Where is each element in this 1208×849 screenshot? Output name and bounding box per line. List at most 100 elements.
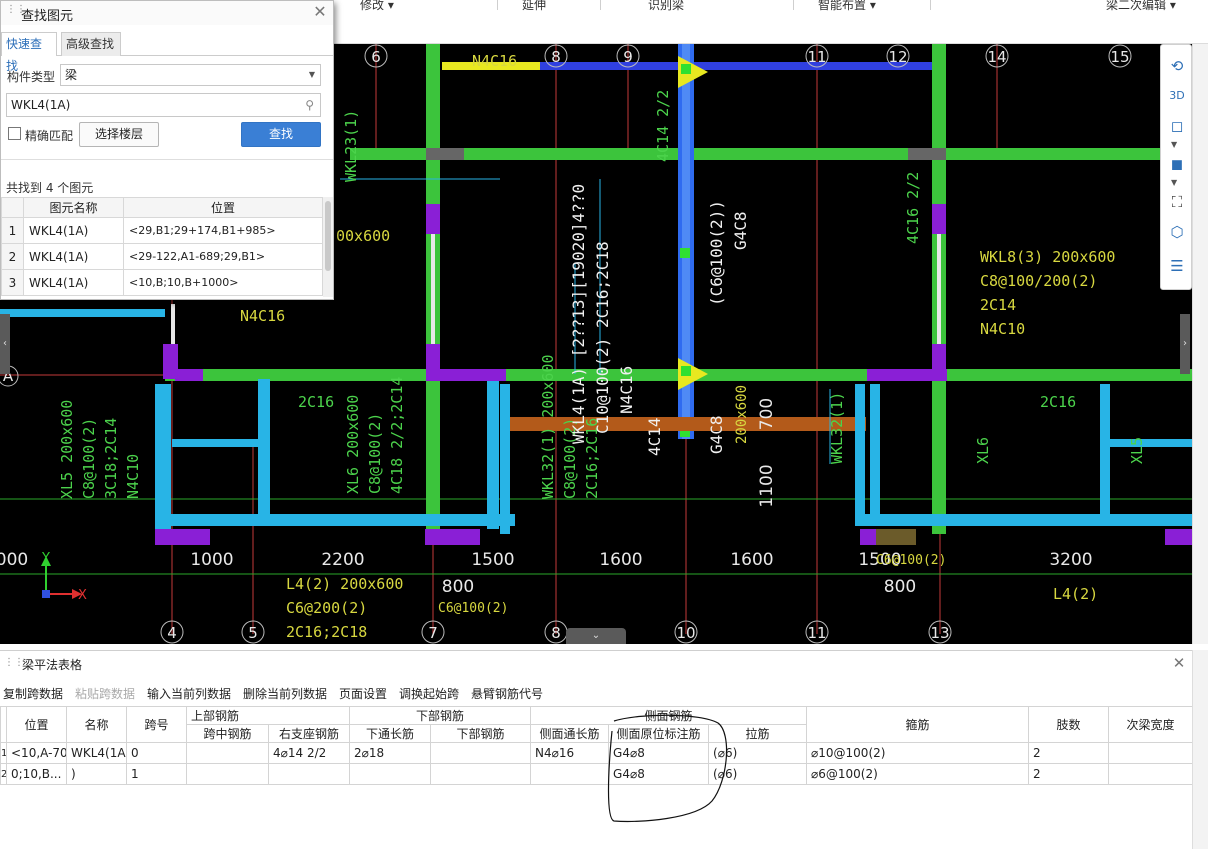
ribbon-item-beam-secondary-edit[interactable]: 梁二次编辑 ▾ bbox=[1106, 0, 1176, 13]
cell-side-through[interactable]: N4⌀16 bbox=[530, 742, 610, 764]
find-button[interactable]: 查找 bbox=[241, 122, 321, 147]
panel-scrollbar[interactable] bbox=[1192, 650, 1208, 849]
cube-outline-icon[interactable]: ◻ bbox=[1166, 115, 1188, 137]
3d-view-icon[interactable]: 3D bbox=[1166, 85, 1188, 107]
table-row[interactable]: 1 <10,A-70 WKL4(1A 0 4⌀14 2/2 2⌀18 N4⌀16… bbox=[0, 742, 1194, 764]
row-location[interactable]: <10,B;10,B+1000> bbox=[123, 269, 323, 296]
tab-quick-find[interactable]: 快速查找 bbox=[1, 32, 57, 73]
fullscreen-icon[interactable]: ⛶ bbox=[1166, 191, 1188, 213]
cell-right-support[interactable]: 4⌀14 2/2 bbox=[267, 742, 351, 764]
column-header: 位置 bbox=[6, 706, 67, 743]
cell-span[interactable]: 0 bbox=[126, 742, 187, 764]
annot: C8@100(2) bbox=[366, 413, 384, 494]
cell-lower-through[interactable]: 2⌀18 bbox=[349, 742, 432, 764]
copy-span-data-button[interactable]: 复制跨数据 bbox=[3, 685, 63, 702]
annot: N4C16 bbox=[472, 52, 517, 70]
tab-advanced-find[interactable]: 高级查找 bbox=[61, 32, 121, 56]
chevron-down-icon[interactable]: ▼ bbox=[1171, 140, 1177, 149]
table-row[interactable]: 1 WKL4(1A) <29,B1;29+174,B1+985> bbox=[1, 217, 323, 244]
ribbon-item-extend[interactable]: 延伸 bbox=[522, 0, 546, 13]
component-type-select[interactable]: 梁 ▼ bbox=[60, 64, 321, 86]
cell-secondary-width[interactable] bbox=[1108, 763, 1194, 785]
dialog-titlebar[interactable]: ⋮⋮ 查找图元 bbox=[1, 1, 333, 25]
dim-text: 2200 bbox=[321, 550, 364, 570]
exact-match-checkbox[interactable] bbox=[8, 127, 21, 140]
3d-rotate-icon[interactable]: ⟲ bbox=[1166, 55, 1188, 77]
annot: 4C14 2/2 bbox=[654, 90, 672, 162]
cell-legs[interactable]: 2 bbox=[1028, 742, 1110, 764]
column-header: 次梁宽度 bbox=[1108, 706, 1194, 743]
ribbon-separator bbox=[600, 0, 601, 10]
annot-selected: WKL4(1A) [2??13][19020]4??0 bbox=[569, 184, 588, 444]
annot-selected: G4C8 bbox=[707, 415, 726, 454]
ribbon-separator bbox=[930, 0, 931, 10]
cell-mid-span[interactable] bbox=[186, 763, 269, 785]
row-name[interactable]: WKL4(1A) bbox=[23, 243, 124, 270]
search-icon[interactable]: ⚲ bbox=[305, 94, 314, 116]
annot: L4(2) 200x600 bbox=[286, 575, 403, 593]
paste-span-data-button[interactable]: 粘贴跨数据 bbox=[75, 685, 135, 702]
ribbon-item-modify[interactable]: 修改 ▾ bbox=[360, 0, 394, 13]
cell-stirrup[interactable]: ⌀10@100(2) bbox=[806, 742, 1030, 764]
dim-text: 1500 bbox=[471, 550, 514, 570]
scrollbar-thumb[interactable] bbox=[325, 201, 331, 271]
axis-label: 11 bbox=[807, 48, 826, 66]
table-row[interactable]: 2 0;10,B... ) 1 G4⌀8 (⌀6) ⌀6@100(2) 2 bbox=[0, 763, 1194, 785]
row-location[interactable]: <29-122,A1-689;29,B1> bbox=[123, 243, 323, 270]
swap-start-span-button[interactable]: 调换起始跨 bbox=[399, 685, 459, 702]
cell-position[interactable]: <10,A-70 bbox=[6, 742, 67, 764]
cube-solid-icon[interactable]: ◼ bbox=[1166, 153, 1188, 175]
bottom-collapse-tab[interactable]: ⌄ bbox=[566, 628, 626, 644]
page-setup-button[interactable]: 页面设置 bbox=[339, 685, 387, 702]
dim-text: 800 bbox=[442, 577, 474, 597]
property-list-icon[interactable]: ☰ bbox=[1166, 255, 1188, 277]
cell-right-support[interactable] bbox=[267, 763, 351, 785]
cell-name[interactable]: WKL4(1A bbox=[66, 742, 127, 764]
close-icon[interactable]: ✕ bbox=[311, 3, 329, 21]
cell-position[interactable]: 0;10,B... bbox=[6, 763, 67, 785]
annot: C8@100/200(2) bbox=[980, 272, 1097, 290]
row-name[interactable]: WKL4(1A) bbox=[23, 217, 124, 244]
table-row[interactable]: 3 WKL4(1A) <10,B;10,B+1000> bbox=[1, 269, 323, 296]
cantilever-code-button[interactable]: 悬臂钢筋代号 bbox=[471, 685, 543, 702]
cell-lower-rebar[interactable] bbox=[430, 742, 532, 764]
result-scrollbar[interactable] bbox=[323, 197, 333, 297]
ribbon-item-smart-layout[interactable]: 智能布置 ▾ bbox=[818, 0, 876, 13]
row-name[interactable]: WKL4(1A) bbox=[23, 269, 124, 296]
left-collapse-tab[interactable]: ‹ bbox=[0, 314, 10, 374]
chevron-down-icon[interactable]: ▼ bbox=[1171, 178, 1177, 187]
cell-span[interactable]: 1 bbox=[126, 763, 187, 785]
cell-name[interactable]: ) bbox=[66, 763, 127, 785]
delete-column-data-button[interactable]: 删除当前列数据 bbox=[243, 685, 327, 702]
annot: WKL23(1) bbox=[342, 110, 360, 182]
select-floor-button[interactable]: 选择楼层 bbox=[79, 122, 159, 147]
dim-text: 700 bbox=[757, 398, 777, 430]
drag-handle-icon[interactable]: ⋮⋮ bbox=[4, 657, 24, 668]
column-brown bbox=[876, 529, 916, 545]
dim-text: 1100 bbox=[757, 464, 777, 507]
annot: 3C18;2C14 bbox=[102, 418, 120, 499]
panel-header: ⋮⋮ 梁平法表格 bbox=[0, 651, 1192, 677]
ribbon-item-identify-beam[interactable]: 识别梁 bbox=[648, 0, 684, 13]
drag-handle-icon[interactable]: ⋮⋮ bbox=[6, 5, 26, 19]
search-input[interactable]: WKL4(1A) ⚲ bbox=[6, 93, 321, 117]
dim-text: 1600 bbox=[730, 550, 773, 570]
cell-legs[interactable]: 2 bbox=[1028, 763, 1110, 785]
axis-label: 14 bbox=[987, 48, 1006, 66]
axis-label: 9 bbox=[623, 48, 633, 66]
table-row[interactable]: 2 WKL4(1A) <29-122,A1-689;29,B1> bbox=[1, 243, 323, 270]
input-column-data-button[interactable]: 输入当前列数据 bbox=[147, 685, 231, 702]
right-collapse-tab[interactable]: › bbox=[1180, 314, 1190, 374]
row-location[interactable]: <29,B1;29+174,B1+985> bbox=[123, 217, 323, 244]
cell-side-through[interactable] bbox=[530, 763, 610, 785]
component-display-icon[interactable]: ⬡ bbox=[1166, 221, 1188, 243]
cell-stirrup[interactable]: ⌀6@100(2) bbox=[806, 763, 1030, 785]
beam-table: 位置 名称 跨号 上部钢筋 下部钢筋 侧面钢筋 箍筋 肢数 次梁宽度 跨中钢筋 … bbox=[0, 706, 1194, 785]
panel-title: 梁平法表格 bbox=[22, 658, 83, 672]
cell-mid-span[interactable] bbox=[186, 742, 269, 764]
cell-lower-through[interactable] bbox=[349, 763, 432, 785]
cell-lower-rebar[interactable] bbox=[430, 763, 532, 785]
annot: 200x600 bbox=[734, 385, 750, 444]
cell-secondary-width[interactable] bbox=[1108, 742, 1194, 764]
close-icon[interactable]: ✕ bbox=[1170, 654, 1188, 672]
